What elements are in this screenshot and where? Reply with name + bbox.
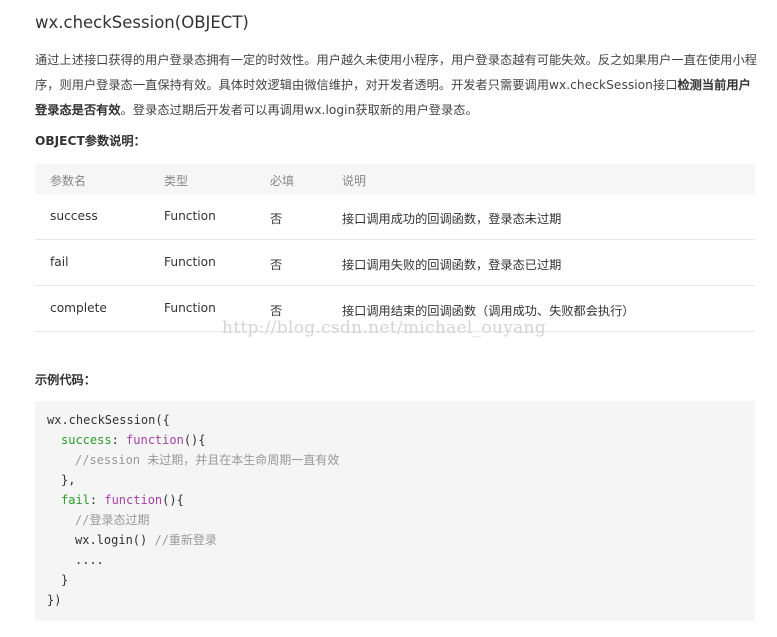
watermark: http://blog.csdn.net/michael_ouyang xyxy=(222,318,546,338)
param-description: 接口调用失败的回调函数，登录态已过期 xyxy=(342,258,562,272)
params-table: 参数名 类型 必填 说明 success Function 否 接口调用成功的回… xyxy=(35,164,755,332)
example-heading: 示例代码： xyxy=(35,373,96,387)
code-keyword: function xyxy=(104,493,163,507)
code-colon: : xyxy=(111,433,127,447)
table-row: fail Function 否 接口调用失败的回调函数，登录态已过期 xyxy=(35,240,755,286)
code-line-4: }, xyxy=(61,470,75,490)
param-name: success xyxy=(50,209,98,223)
code-block: wx.checkSession({ success: function(){ /… xyxy=(35,401,755,621)
code-line-2: success: function(){ xyxy=(61,430,206,450)
param-type: Function xyxy=(164,301,216,315)
code-comment: //重新登录 xyxy=(147,533,217,547)
param-name: complete xyxy=(50,301,107,315)
intro-text-1: 通过上述接口获得的用户登录态拥有一定的时效性。用户越久未使用小程序，用户登录态越… xyxy=(35,53,758,92)
param-type: Function xyxy=(164,209,216,223)
header-param-name: 参数名 xyxy=(50,174,87,188)
code-line-3: //session 未过期，并且在本生命周期一直有效 xyxy=(75,450,339,470)
param-required: 否 xyxy=(270,258,283,272)
code-text: .... xyxy=(75,553,104,567)
param-description: 接口调用成功的回调函数，登录态未过期 xyxy=(342,212,562,226)
page-title: wx.checkSession(OBJECT) xyxy=(35,13,249,32)
code-text: wx.login() xyxy=(75,533,148,547)
code-line-6: //登录态过期 xyxy=(75,510,149,530)
code-text: }) xyxy=(47,593,62,607)
code-property: fail xyxy=(61,493,90,507)
param-required: 否 xyxy=(270,212,283,226)
code-text: (){ xyxy=(162,493,184,507)
code-text: (){ xyxy=(183,433,206,447)
params-heading: OBJECT参数说明： xyxy=(35,134,146,148)
code-text: }, xyxy=(61,473,76,487)
code-colon: : xyxy=(89,493,105,507)
code-comment: //登录态过期 xyxy=(75,513,150,527)
code-line-7: wx.login() //重新登录 xyxy=(75,530,217,550)
header-description: 说明 xyxy=(342,174,367,188)
code-line-5: fail: function(){ xyxy=(61,490,184,510)
code-property: success xyxy=(61,433,112,447)
header-required: 必填 xyxy=(270,174,295,188)
doc-page: wx.checkSession(OBJECT) 通过上述接口获得的用户登录态拥有… xyxy=(0,0,777,637)
intro-text-2: 。登录态过期后开发者可以再调用wx.login获取新的用户登录态。 xyxy=(120,103,478,117)
intro-paragraph: 通过上述接口获得的用户登录态拥有一定的时效性。用户越久未使用小程序，用户登录态越… xyxy=(35,48,757,123)
code-comment: //session 未过期，并且在本生命周期一直有效 xyxy=(75,453,340,467)
code-line-9: } xyxy=(61,570,68,590)
code-line-1: wx.checkSession({ xyxy=(47,410,170,430)
table-header-row: 参数名 类型 必填 说明 xyxy=(35,164,755,194)
code-line-10: }) xyxy=(47,590,61,610)
code-line-8: .... xyxy=(75,550,104,570)
table-row: success Function 否 接口调用成功的回调函数，登录态未过期 xyxy=(35,194,755,240)
param-type: Function xyxy=(164,255,216,269)
param-description: 接口调用结束的回调函数（调用成功、失败都会执行） xyxy=(342,304,635,318)
header-type: 类型 xyxy=(164,174,189,188)
code-text: } xyxy=(61,573,69,587)
param-required: 否 xyxy=(270,304,283,318)
param-name: fail xyxy=(50,255,69,269)
code-keyword: function xyxy=(126,433,184,447)
code-text: wx.checkSession({ xyxy=(47,413,170,427)
